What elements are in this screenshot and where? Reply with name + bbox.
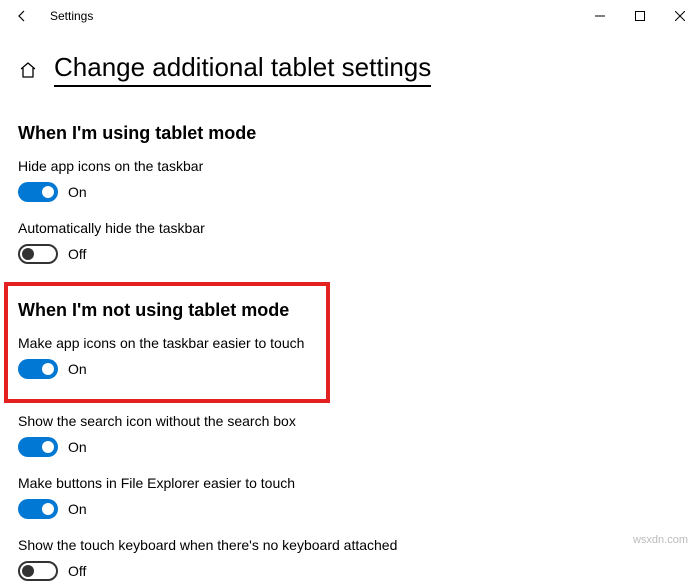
setting-label: Automatically hide the taskbar: [18, 220, 682, 236]
toggle-state: On: [68, 361, 87, 377]
section-heading-not-using-tablet: When I'm not using tablet mode: [18, 300, 316, 321]
highlight-box: When I'm not using tablet mode Make app …: [4, 282, 330, 403]
home-icon[interactable]: [18, 60, 38, 80]
window-title: Settings: [50, 9, 93, 23]
toggle-taskbar-easier-touch[interactable]: [18, 359, 58, 379]
section-heading-using-tablet: When I'm using tablet mode: [18, 123, 682, 144]
setting-label: Make buttons in File Explorer easier to …: [18, 475, 682, 491]
toggle-auto-hide-taskbar[interactable]: [18, 244, 58, 264]
maximize-button[interactable]: [620, 0, 660, 32]
toggle-state: Off: [68, 563, 86, 579]
toggle-search-icon-only[interactable]: [18, 437, 58, 457]
titlebar: Settings: [0, 0, 700, 32]
settings-content: When I'm using tablet mode Hide app icon…: [0, 95, 700, 581]
page-title: Change additional tablet settings: [54, 52, 431, 87]
toggle-state: On: [68, 439, 87, 455]
window-controls: [580, 0, 700, 32]
setting-label: Make app icons on the taskbar easier to …: [18, 335, 316, 351]
toggle-state: On: [68, 501, 87, 517]
toggle-state: Off: [68, 246, 86, 262]
toggle-touch-keyboard[interactable]: [18, 561, 58, 581]
back-button[interactable]: [8, 2, 36, 30]
toggle-state: On: [68, 184, 87, 200]
toggle-file-explorer-touch[interactable]: [18, 499, 58, 519]
minimize-button[interactable]: [580, 0, 620, 32]
watermark: wsxdn.com: [633, 534, 688, 546]
page-header: Change additional tablet settings: [0, 32, 700, 95]
setting-label: Show the search icon without the search …: [18, 413, 682, 429]
setting-label: Hide app icons on the taskbar: [18, 158, 682, 174]
close-button[interactable]: [660, 0, 700, 32]
toggle-hide-app-icons[interactable]: [18, 182, 58, 202]
setting-label: Show the touch keyboard when there's no …: [18, 537, 682, 553]
